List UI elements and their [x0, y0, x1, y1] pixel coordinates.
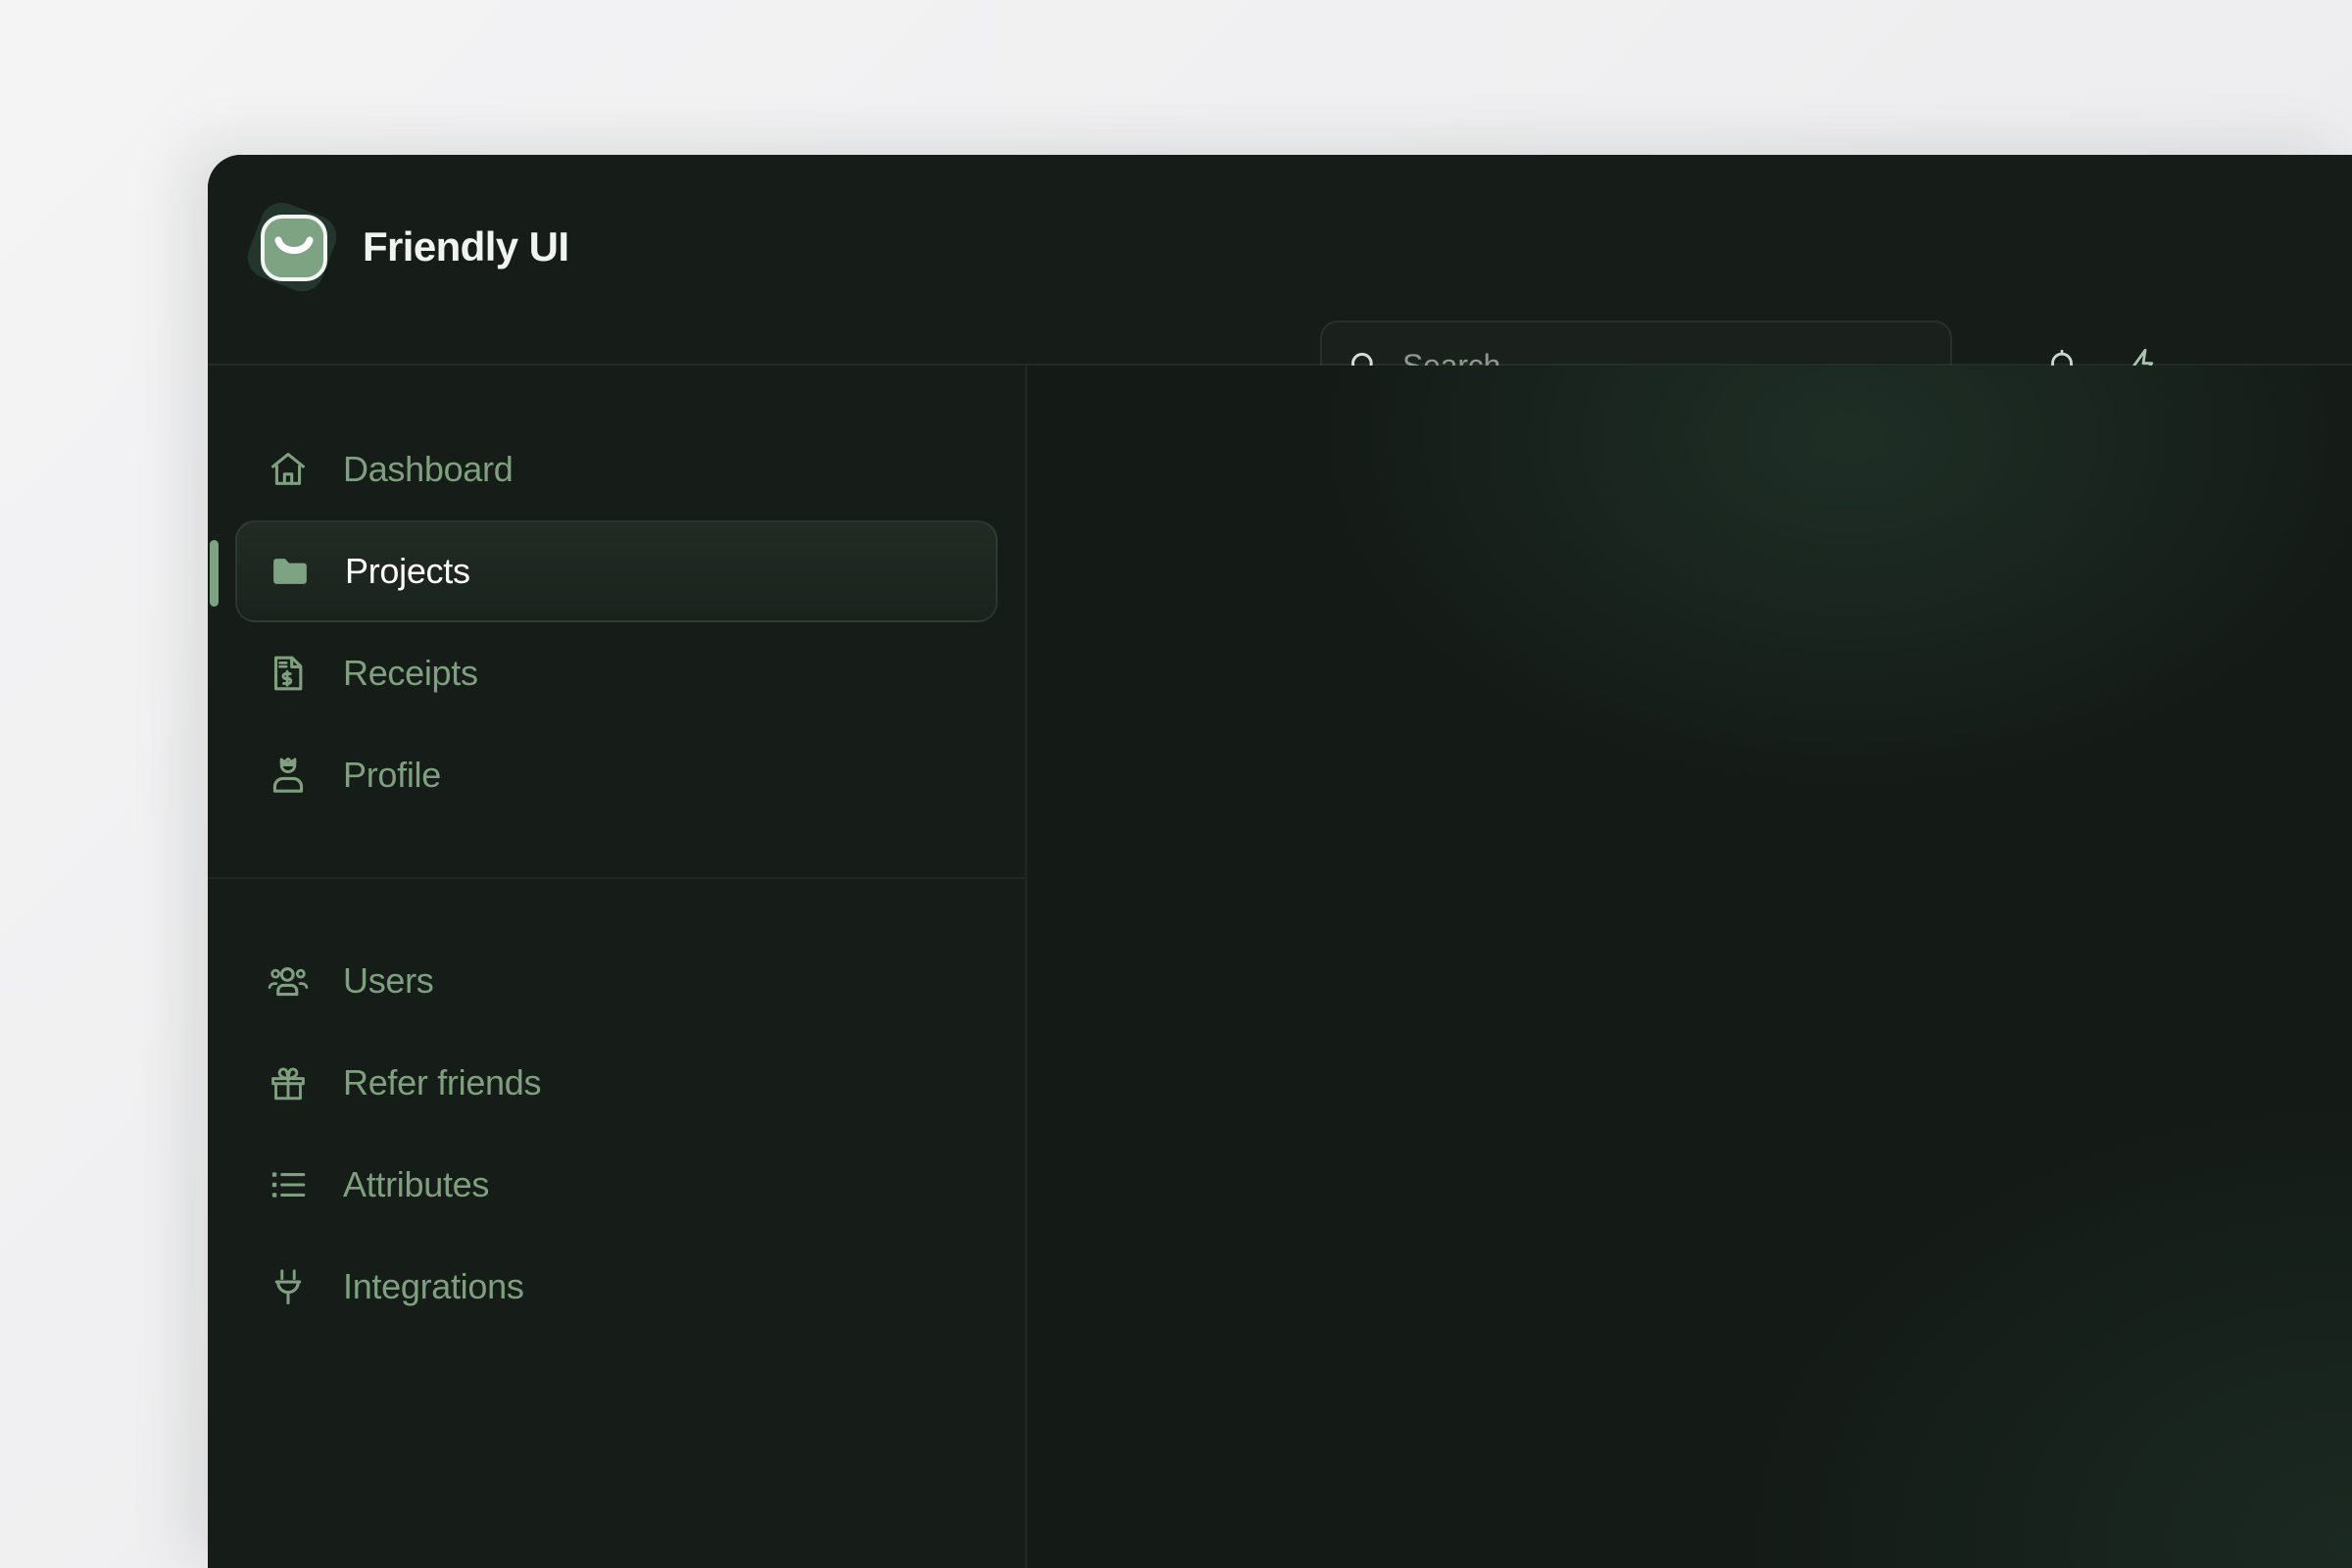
sidebar-item-label: Receipts — [343, 653, 478, 693]
smile-logo-icon — [241, 196, 343, 298]
sidebar-item-label: Projects — [345, 551, 470, 591]
sidebar-group-secondary: Users Refer friends Attributes Integrati… — [208, 930, 1025, 1338]
sidebar-item-integrations[interactable]: Integrations — [235, 1236, 998, 1338]
user-crown-icon — [272, 757, 304, 793]
sidebar-item-dashboard[interactable]: Dashboard — [235, 418, 998, 520]
sidebar-item-profile[interactable]: Profile — [235, 724, 998, 826]
sidebar-item-receipts[interactable]: Receipts — [235, 622, 998, 724]
list-icon — [271, 1172, 306, 1198]
sidebar-item-attributes[interactable]: Attributes — [235, 1134, 998, 1236]
folder-icon — [273, 559, 307, 584]
sidebar-item-label: Profile — [343, 755, 441, 795]
brand-name: Friendly UI — [363, 223, 569, 270]
plug-icon — [274, 1269, 302, 1305]
sidebar-item-label: Dashboard — [343, 449, 514, 489]
sidebar-item-label: Attributes — [343, 1164, 490, 1204]
sidebar-group-primary: Dashboard Projects Receipts Profile — [208, 418, 1025, 826]
main-background-glow — [1029, 366, 2352, 1568]
sidebar-item-refer-friends[interactable]: Refer friends — [235, 1032, 998, 1134]
sidebar-item-users[interactable]: Users — [235, 930, 998, 1032]
main-content-area — [1029, 366, 2352, 1568]
sidebar: Dashboard Projects Receipts Profile User… — [208, 366, 1027, 1568]
users-icon — [268, 966, 309, 997]
home-icon — [271, 453, 305, 485]
brand[interactable]: Friendly UI — [241, 196, 569, 298]
app-window: Friendly UI Search... Dashboard Projects… — [208, 155, 2352, 1568]
sidebar-item-label: Integrations — [343, 1266, 524, 1306]
sidebar-divider — [208, 877, 1025, 879]
sidebar-item-label: Users — [343, 960, 434, 1001]
logo-tile — [261, 215, 327, 281]
sidebar-item-projects[interactable]: Projects — [210, 520, 998, 622]
sidebar-item-label: Refer friends — [343, 1062, 542, 1102]
smile-curve-icon — [274, 236, 314, 254]
app-header: Friendly UI — [208, 155, 2352, 411]
receipt-icon — [273, 656, 303, 691]
gift-icon — [271, 1067, 305, 1101]
active-accent-bar — [210, 540, 219, 607]
